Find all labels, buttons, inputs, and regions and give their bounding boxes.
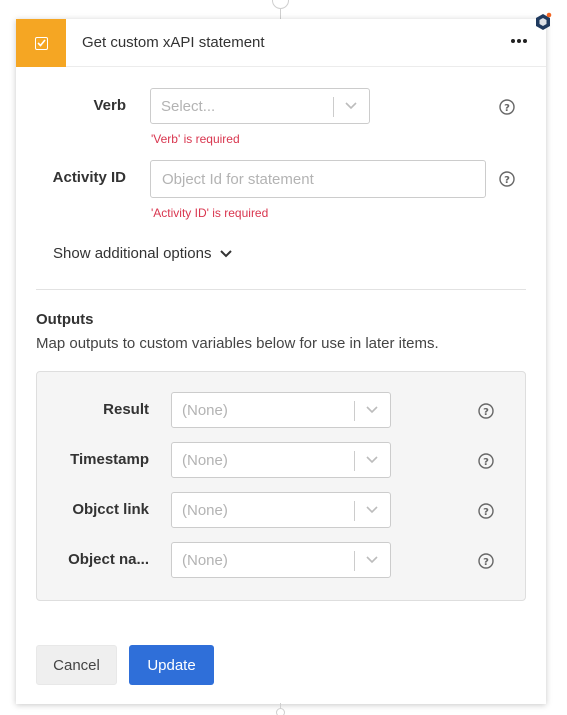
verb-select[interactable]: Select... [150, 88, 370, 124]
svg-text:?: ? [504, 103, 510, 114]
svg-text:?: ? [483, 457, 489, 468]
help-icon[interactable]: ? [499, 171, 515, 187]
verb-label: Verb [93, 97, 126, 114]
panel-header: Get custom xAPI statement [16, 19, 546, 67]
show-additional-options-toggle[interactable]: Show additional options [53, 245, 233, 262]
help-icon[interactable]: ? [478, 403, 494, 419]
output-select-value: (None) [182, 402, 228, 419]
chevron-down-icon [366, 406, 378, 414]
output-select-object-name[interactable]: (None) [171, 542, 391, 578]
svg-text:?: ? [483, 407, 489, 418]
help-icon[interactable]: ? [499, 99, 515, 115]
flow-node-bottom-icon [276, 708, 285, 715]
add-step-top-icon[interactable] [272, 0, 289, 9]
step-editor-panel: Get custom xAPI statement Verb Select...… [16, 19, 546, 704]
chevron-down-icon [345, 102, 357, 110]
chevron-down-icon [220, 249, 233, 257]
output-select-value: (None) [182, 452, 228, 469]
output-label-result: Result [103, 401, 149, 418]
output-label-object-link: Objcct link [72, 501, 149, 518]
update-button[interactable]: Update [129, 645, 214, 685]
step-type-icon [16, 19, 66, 67]
svg-text:?: ? [483, 557, 489, 568]
svg-text:?: ? [504, 175, 510, 186]
help-icon[interactable]: ? [478, 503, 494, 519]
activity-id-input[interactable] [150, 160, 486, 198]
output-select-value: (None) [182, 502, 228, 519]
output-select-object-link[interactable]: (None) [171, 492, 391, 528]
output-label-object-name: Object na... [68, 551, 149, 568]
outputs-heading: Outputs [36, 311, 94, 328]
cancel-button[interactable]: Cancel [36, 645, 117, 685]
activity-id-error-message: 'Activity ID' is required [151, 206, 269, 220]
more-options-icon[interactable] [508, 33, 530, 49]
outputs-description: Map outputs to custom variables below fo… [36, 335, 439, 352]
help-icon[interactable]: ? [478, 553, 494, 569]
verb-error-message: 'Verb' is required [151, 132, 240, 146]
help-icon[interactable]: ? [478, 453, 494, 469]
output-select-result[interactable]: (None) [171, 392, 391, 428]
chevron-down-icon [366, 506, 378, 514]
app-badge-icon [536, 12, 552, 30]
chevron-down-icon [366, 556, 378, 564]
outputs-mapping-box: Result (None) ? Timestamp (None) ? Objcc… [36, 371, 526, 601]
verb-select-placeholder: Select... [161, 98, 216, 115]
chevron-down-icon [366, 456, 378, 464]
show-additional-options-label: Show additional options [53, 245, 212, 262]
output-label-timestamp: Timestamp [70, 451, 149, 468]
activity-id-label: Activity ID [52, 169, 126, 186]
svg-text:?: ? [483, 507, 489, 518]
output-select-timestamp[interactable]: (None) [171, 442, 391, 478]
section-divider [36, 289, 526, 290]
output-select-value: (None) [182, 552, 228, 569]
checkbox-icon [34, 36, 48, 50]
panel-title: Get custom xAPI statement [82, 34, 265, 51]
